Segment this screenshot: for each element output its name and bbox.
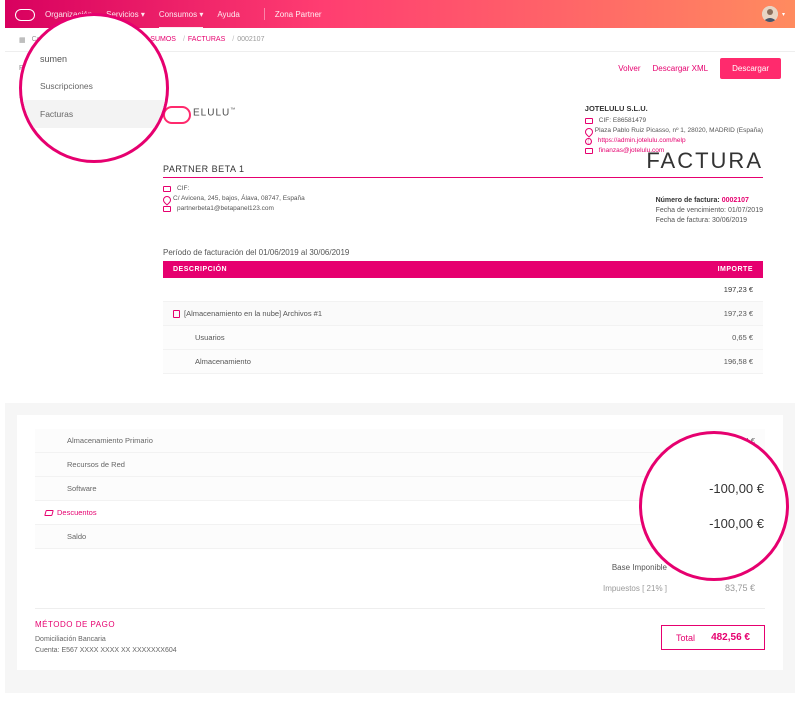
volver-link[interactable]: Volver: [618, 64, 640, 73]
table-row: Almacenamiento Primario 146,24 €: [35, 429, 765, 453]
top-screenshot-panel: Organización Servicios ▾ Consumos ▾ Ayud…: [5, 0, 795, 397]
doc-icon: [163, 186, 171, 192]
page-actions: Volver Descargar XML Descargar: [618, 58, 781, 79]
totals-block: Base Imponible 398,81 € Impuestos [ 21% …: [35, 553, 765, 598]
discount-value: -100,00 €: [709, 516, 764, 531]
dropdown-item-facturas[interactable]: Facturas: [22, 100, 166, 128]
breadcrumb-current: 0002107: [237, 36, 264, 43]
impuestos-row: Impuestos [ 21% ] 83,75 €: [35, 578, 765, 598]
company-info: JOTELULU S.L.U. CIF: E86581479 Plaza Pab…: [585, 104, 763, 156]
discount-highlight-bubble: -100,00 € -100,00 €: [639, 431, 789, 581]
globe-icon: [585, 138, 592, 145]
help-link[interactable]: https://admin.jotelulu.com/help: [598, 136, 686, 146]
bottom-screenshot-panel: Almacenamiento Primario 146,24 € Recurso…: [5, 403, 795, 693]
discount-value: -100,00 €: [709, 481, 764, 496]
table-row: [Almacenamiento en la nube] Archivos #1 …: [163, 302, 763, 326]
invoice-card: ELULU™ JOTELULU S.L.U. CIF: E86581479 Pl…: [145, 90, 781, 397]
dropdown-heading: sumen: [22, 48, 166, 72]
base-imponible-row: Base Imponible 398,81 €: [35, 553, 765, 578]
invoice-meta: Número de factura: 0002107 Fecha de venc…: [656, 196, 763, 226]
map-pin-icon: [585, 128, 592, 135]
descargar-xml-link[interactable]: Descargar XML: [653, 64, 709, 73]
col-amount: IMPORTE: [718, 266, 753, 273]
map-pin-icon: [163, 196, 170, 203]
total-box: Total 482,56 €: [661, 625, 765, 650]
tag-icon: [44, 510, 54, 516]
dropdown-highlight-bubble: sumen Suscripciones Facturas: [19, 13, 169, 163]
col-description: DESCRIPCIÓN: [173, 266, 227, 273]
brand-name: ELULU™: [193, 107, 236, 118]
nav-ayuda[interactable]: Ayuda: [217, 10, 240, 19]
chevron-down-icon: ▾: [199, 10, 203, 19]
nav-consumos[interactable]: Consumos ▾: [159, 10, 204, 19]
payment-method: MÉTODO DE PAGO Domiciliación Bancaria Cu…: [35, 619, 177, 656]
table-row: Almacenamiento 196,58 €: [163, 350, 763, 374]
company-name: JOTELULU S.L.U.: [585, 104, 763, 114]
mail-icon: [163, 206, 171, 212]
table-row: 197,23 €: [163, 278, 763, 302]
dropdown-item-suscripciones[interactable]: Suscripciones: [22, 72, 166, 100]
brand-cloud-icon: [163, 104, 189, 122]
chevron-down-icon: ▾: [141, 10, 145, 19]
logo-cloud-icon: [15, 8, 35, 20]
email-link[interactable]: finanzas@jotelulu.com: [599, 146, 665, 156]
nav-zona-partner[interactable]: Zona Partner: [275, 10, 322, 19]
breadcrumb-part[interactable]: FACTURAS: [188, 36, 225, 43]
billing-period: Período de facturación del 01/06/2019 al…: [163, 248, 763, 257]
invoice-footer: MÉTODO DE PAGO Domiciliación Bancaria Cu…: [35, 608, 765, 656]
document-icon: [173, 310, 180, 318]
user-avatar[interactable]: [762, 6, 778, 22]
avatar-chevron-icon[interactable]: ▾: [782, 11, 785, 18]
descargar-button[interactable]: Descargar: [720, 58, 781, 79]
partner-name: PARTNER BETA 1: [163, 164, 245, 174]
table-header: DESCRIPCIÓN IMPORTE: [163, 261, 763, 278]
doc-icon: [585, 118, 593, 124]
mail-icon: [585, 148, 593, 154]
nav-separator: [264, 8, 265, 20]
table-row: Usuarios 0,65 €: [163, 326, 763, 350]
